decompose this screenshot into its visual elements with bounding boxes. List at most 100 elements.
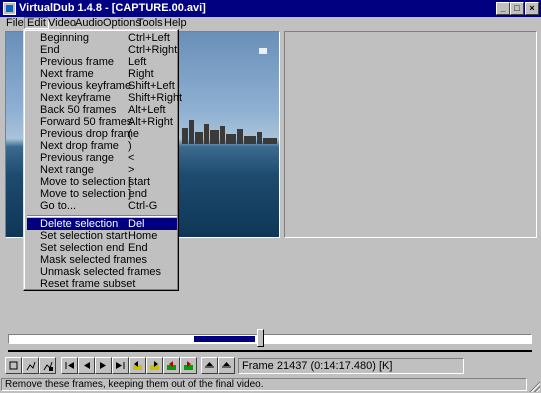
mark-in-icon: [205, 362, 214, 368]
menu-item-label: Move to selection start: [40, 176, 151, 188]
scene-forward-button[interactable]: [180, 357, 197, 374]
broadcast-logo: [259, 48, 267, 54]
menu-item-next-range[interactable]: Next range >: [27, 164, 177, 176]
menu-item-previous-keyframe[interactable]: Previous keyframe Shift+Left: [27, 80, 177, 92]
stop-icon: [9, 361, 18, 370]
prev-keyframe-button[interactable]: [129, 357, 146, 374]
menu-item-label: Go to...: [40, 200, 77, 212]
scene-forward-icon: [184, 361, 193, 370]
menu-item-label: Next drop frame: [40, 140, 119, 152]
menu-item-label: Previous range: [40, 152, 114, 164]
play-output-icon: [43, 361, 53, 371]
menu-file[interactable]: File: [4, 17, 26, 29]
status-bar: Remove these frames, keeping them out of…: [0, 377, 541, 393]
menu-item-shortcut: [: [128, 176, 132, 188]
prev-keyframe-icon: [133, 361, 142, 370]
menu-item-back-50-frames[interactable]: Back 50 frames Alt+Left: [27, 104, 177, 116]
menu-item-label: Next frame: [40, 68, 94, 80]
output-video-pane[interactable]: [284, 31, 537, 238]
frame-indicator[interactable]: Frame 21437 (0:14:17.480) [K]: [238, 358, 464, 374]
menu-item-shortcut: Right: [128, 68, 154, 80]
selection-range: [194, 336, 255, 342]
menu-item-label: Delete selection: [40, 218, 119, 230]
menu-item-shortcut: Shift+Right: [128, 92, 183, 104]
stop-button[interactable]: [5, 357, 22, 374]
next-keyframe-button[interactable]: [146, 357, 163, 374]
resize-grip-icon[interactable]: [528, 380, 540, 392]
prev-frame-button[interactable]: [78, 357, 95, 374]
start-button[interactable]: [61, 357, 78, 374]
menu-item-move-to-selection-end[interactable]: Move to selection end]: [27, 188, 177, 200]
skyline-building: [226, 134, 236, 144]
title-bar: VirtualDub 1.4.8 - [CAPTURE.00.avi] _ □ …: [0, 0, 541, 17]
menu-item-delete-selection[interactable]: Delete selection Del: [27, 218, 177, 230]
menu-item-reset-frame-subset[interactable]: Reset frame subset: [27, 278, 177, 290]
menu-item-shortcut: <: [128, 152, 135, 164]
trackbar-ticks: [8, 349, 532, 352]
menu-bar: File Edit Video Audio Options Tools Help: [0, 17, 541, 29]
menu-item-label: Reset frame subset: [40, 278, 136, 290]
menu-item-shortcut: End: [128, 242, 148, 254]
menu-item-shortcut: Ctrl-G: [128, 200, 158, 212]
menu-item-label: Set selection end: [40, 242, 125, 254]
menu-item-label: Next range: [40, 164, 94, 176]
menu-item-shortcut: ]: [128, 188, 132, 200]
menu-item-unmask-selected-frames[interactable]: Unmask selected frames: [27, 266, 177, 278]
menu-item-label: Forward 50 frames: [40, 116, 133, 128]
menu-item-shortcut: Ctrl+Left: [128, 32, 170, 44]
menu-item-move-to-selection-start[interactable]: Move to selection start[: [27, 176, 177, 188]
menu-item-label: Set selection start: [40, 230, 128, 242]
play-output-button[interactable]: [39, 357, 56, 374]
menu-item-set-selection-end[interactable]: Set selection end End: [27, 242, 177, 254]
menu-item-previous-frame[interactable]: Previous frame Left: [27, 56, 177, 68]
menu-item-next-frame[interactable]: Next frame Right: [27, 68, 177, 80]
menu-item-shortcut: Alt+Right: [128, 116, 173, 128]
scene-back-icon: [167, 361, 176, 370]
skyline-building: [237, 129, 243, 144]
end-button[interactable]: [112, 357, 129, 374]
app-icon[interactable]: [3, 2, 16, 15]
menu-item-go-to[interactable]: Go to... Ctrl-G: [27, 200, 177, 212]
menu-item-label: Previous drop frame: [40, 128, 140, 140]
trackbar-thumb[interactable]: [257, 329, 264, 347]
maximize-button[interactable]: □: [510, 2, 524, 15]
close-button[interactable]: ×: [525, 2, 539, 15]
mark-in-button[interactable]: [201, 357, 218, 374]
menu-item-next-drop-frame[interactable]: Next drop frame): [27, 140, 177, 152]
menu-help[interactable]: Help: [162, 17, 189, 29]
skyline-building: [263, 138, 277, 144]
menu-tools[interactable]: Tools: [135, 17, 165, 29]
status-text: Remove these frames, keeping them out of…: [1, 378, 527, 391]
window-title: VirtualDub 1.4.8 - [CAPTURE.00.avi]: [19, 2, 206, 14]
scene-back-button[interactable]: [163, 357, 180, 374]
menu-item-end[interactable]: End Ctrl+Right: [27, 44, 177, 56]
menu-item-shortcut: Alt+Left: [128, 104, 166, 116]
menu-item-forward-50-frames[interactable]: Forward 50 frames Alt+Right: [27, 116, 177, 128]
menu-item-beginning[interactable]: Beginning Ctrl+Left: [27, 32, 177, 44]
menu-item-label: End: [40, 44, 60, 56]
menu-item-label: Back 50 frames: [40, 104, 117, 116]
menu-item-label: Next keyframe: [40, 92, 111, 104]
menu-item-set-selection-start[interactable]: Set selection start Home: [27, 230, 177, 242]
next-keyframe-icon: [150, 361, 159, 370]
position-trackbar[interactable]: [8, 334, 532, 344]
menu-item-shortcut: Left: [128, 56, 147, 68]
menu-item-label: Unmask selected frames: [40, 266, 162, 278]
mark-out-button[interactable]: [218, 357, 235, 374]
prev-frame-icon: [84, 362, 90, 369]
skyline-building: [220, 126, 225, 144]
menu-item-next-keyframe[interactable]: Next keyframe Shift+Right: [27, 92, 182, 104]
menu-item-shortcut: Del: [128, 218, 145, 230]
minimize-button[interactable]: _: [496, 2, 510, 15]
menu-item-previous-range[interactable]: Previous range <: [27, 152, 177, 164]
skyline-building: [257, 132, 262, 144]
menu-separator: [27, 215, 177, 217]
menu-item-label: Beginning: [40, 32, 89, 44]
menu-item-previous-drop-frame[interactable]: Previous drop frame(: [27, 128, 177, 140]
end-icon: [116, 362, 125, 369]
play-input-button[interactable]: [22, 357, 39, 374]
menu-item-mask-selected-frames[interactable]: Mask selected frames: [27, 254, 177, 266]
menu-item-shortcut: Shift+Left: [128, 80, 175, 92]
next-frame-button[interactable]: [95, 357, 112, 374]
menu-item-shortcut: ): [128, 140, 132, 152]
